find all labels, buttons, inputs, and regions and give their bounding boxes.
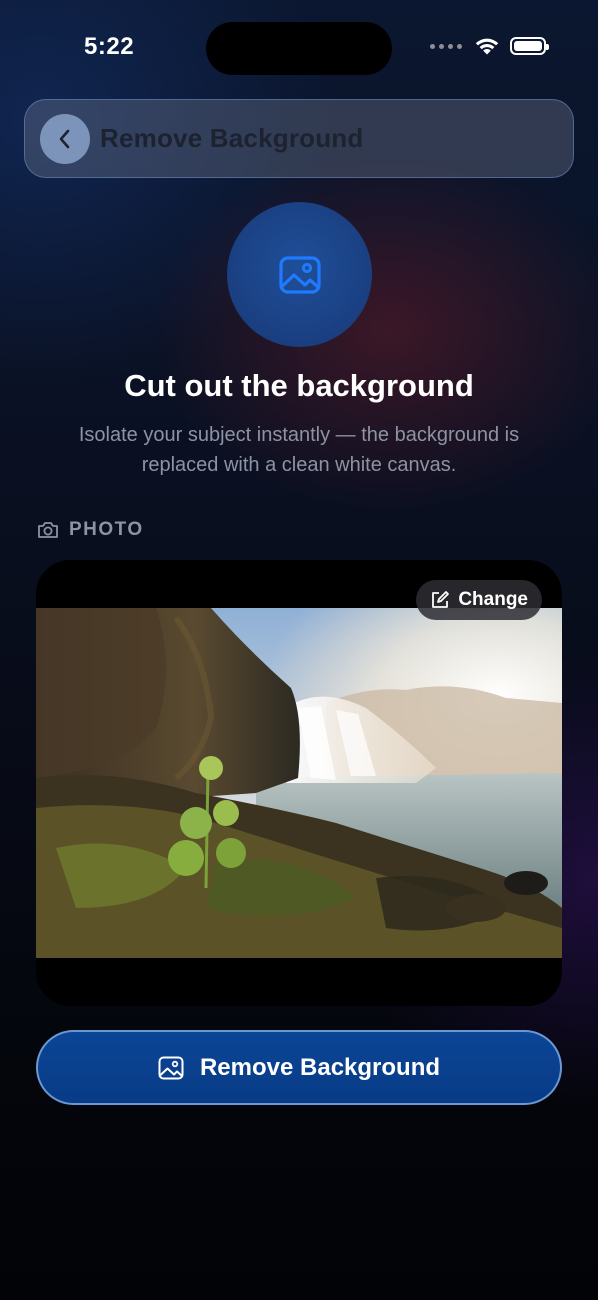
- selected-photo: [36, 608, 562, 958]
- hero-icon-circle: [227, 202, 372, 347]
- camera-icon: [38, 522, 58, 538]
- photo-card[interactable]: Change: [36, 560, 562, 1006]
- chevron-left-icon: [59, 129, 70, 148]
- hero-title: Cut out the background: [124, 368, 474, 403]
- edit-icon: [432, 591, 450, 608]
- photo-section-label: PHOTO: [37, 519, 144, 541]
- dynamic-island: [206, 22, 392, 75]
- page-title: Remove Background: [100, 123, 364, 153]
- wifi-icon: [475, 38, 499, 55]
- status-time: 5:22: [84, 33, 135, 60]
- status-indicators: [430, 36, 549, 56]
- back-button[interactable]: [40, 113, 90, 164]
- remove-background-button[interactable]: Remove Background: [36, 1030, 562, 1105]
- photo-label-text: PHOTO: [69, 519, 144, 540]
- photo-icon: [278, 255, 321, 294]
- hero-subtitle: Isolate your subject instantly — the bac…: [78, 424, 520, 476]
- signal-icon: [430, 43, 462, 49]
- change-photo-button[interactable]: Change: [416, 580, 542, 620]
- nav-header: Remove Background: [24, 99, 574, 178]
- photo-icon: [158, 1056, 184, 1079]
- battery-icon: [510, 37, 549, 55]
- change-photo-label: Change: [458, 589, 528, 610]
- remove-background-label: Remove Background: [199, 1053, 441, 1081]
